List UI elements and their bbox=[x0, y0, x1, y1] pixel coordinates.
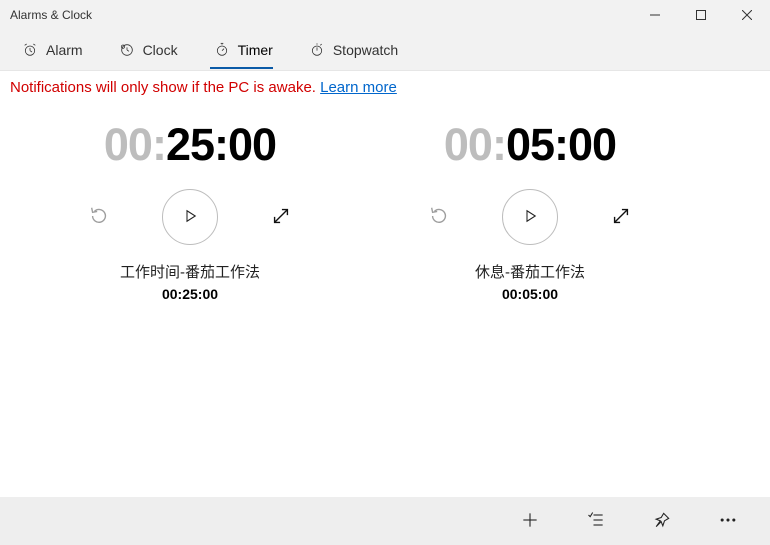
reset-icon bbox=[88, 205, 110, 230]
tabs: Alarm Clock Timer Stopwatch bbox=[0, 30, 770, 70]
tab-timer-label: Timer bbox=[238, 42, 273, 58]
more-button[interactable] bbox=[706, 501, 750, 541]
timer-card[interactable]: 00:05:00 休息-番茄 bbox=[380, 122, 680, 302]
tab-clock[interactable]: Clock bbox=[105, 34, 196, 70]
expand-icon bbox=[270, 205, 292, 230]
timer-duration: 00:05:00 bbox=[502, 286, 558, 302]
minimize-button[interactable] bbox=[632, 0, 678, 30]
tab-alarm[interactable]: Alarm bbox=[8, 34, 101, 70]
add-button[interactable] bbox=[508, 501, 552, 541]
reset-button[interactable] bbox=[426, 204, 452, 230]
timer-icon bbox=[214, 42, 230, 58]
timer-duration: 00:25:00 bbox=[162, 286, 218, 302]
timer-card[interactable]: 00:25:00 工作时间- bbox=[40, 122, 340, 302]
timer-display: 00:05:00 bbox=[444, 122, 616, 167]
play-button[interactable] bbox=[502, 189, 558, 245]
bottom-bar bbox=[0, 497, 770, 545]
tab-stopwatch-label: Stopwatch bbox=[333, 42, 398, 58]
play-button[interactable] bbox=[162, 189, 218, 245]
notification-notice: Notifications will only show if the PC i… bbox=[0, 71, 770, 104]
timer-name: 休息-番茄工作法 bbox=[475, 261, 585, 282]
tab-stopwatch[interactable]: Stopwatch bbox=[295, 34, 416, 70]
reset-icon bbox=[428, 205, 450, 230]
close-button[interactable] bbox=[724, 0, 770, 30]
timer-controls bbox=[380, 189, 680, 245]
learn-more-link[interactable]: Learn more bbox=[320, 79, 397, 96]
timer-display: 00:25:00 bbox=[104, 122, 276, 167]
plus-icon bbox=[520, 510, 540, 533]
timers-area: 00:25:00 工作时间- bbox=[0, 104, 770, 302]
play-icon bbox=[521, 207, 539, 228]
more-icon bbox=[718, 510, 738, 533]
timer-controls bbox=[40, 189, 340, 245]
pin-button[interactable] bbox=[640, 501, 684, 541]
content-area: Notifications will only show if the PC i… bbox=[0, 70, 770, 497]
notice-text: Notifications will only show if the PC i… bbox=[10, 79, 320, 96]
tab-timer[interactable]: Timer bbox=[200, 34, 291, 70]
tab-clock-label: Clock bbox=[143, 42, 178, 58]
tab-alarm-label: Alarm bbox=[46, 42, 83, 58]
alarm-icon bbox=[22, 42, 38, 58]
edit-button[interactable] bbox=[574, 501, 618, 541]
play-icon bbox=[181, 207, 199, 228]
stopwatch-icon bbox=[309, 42, 325, 58]
window-title: Alarms & Clock bbox=[0, 8, 632, 22]
edit-list-icon bbox=[586, 510, 606, 533]
timer-name: 工作时间-番茄工作法 bbox=[120, 261, 260, 282]
expand-icon bbox=[610, 205, 632, 230]
pin-icon bbox=[652, 510, 672, 533]
clock-icon bbox=[119, 42, 135, 58]
expand-button[interactable] bbox=[608, 204, 634, 230]
titlebar: Alarms & Clock bbox=[0, 0, 770, 30]
expand-button[interactable] bbox=[268, 204, 294, 230]
reset-button[interactable] bbox=[86, 204, 112, 230]
maximize-button[interactable] bbox=[678, 0, 724, 30]
